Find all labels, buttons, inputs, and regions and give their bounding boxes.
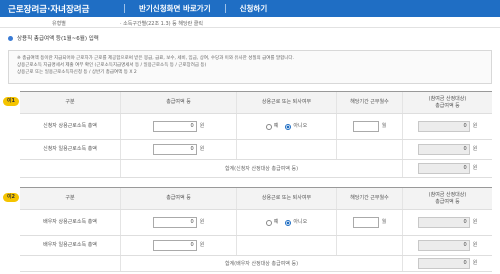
total-row: 합계(신청자 산정대상 총급여액 등) 0 원	[20, 160, 492, 178]
unit-label: 원	[199, 219, 205, 226]
type-value[interactable]: · 소득구간별(22조 1.3) 등 해당란 클릭	[120, 20, 203, 27]
type-row: 유형별 · 소득구간별(22조 1.3) 등 해당란 클릭	[0, 17, 500, 28]
yes-label: 예	[273, 219, 279, 226]
calc-cell: 0 원	[402, 140, 492, 159]
empty-cell	[236, 140, 336, 159]
notice-line: 상용근로 또는 일용근로소득자신청 등 / 상반기 총급여액 등 X 2	[17, 70, 137, 75]
no-label: 아니오	[293, 123, 308, 130]
months-unit: 월	[381, 219, 387, 226]
no-label: 아니오	[293, 219, 308, 226]
app-title: 근로장려금·자녀장려금	[8, 4, 90, 15]
months-input[interactable]	[352, 217, 379, 228]
no-radio[interactable]	[285, 219, 292, 226]
calc-cell: 0 원	[402, 114, 492, 139]
section-tag: 이2	[3, 193, 19, 202]
nav-divider	[224, 4, 226, 13]
unit-label: 원	[472, 165, 478, 172]
apply-link[interactable]: 신청하기	[240, 3, 268, 14]
section-title: 상용직 총급여액 등(1월~6월) 입력	[17, 36, 99, 42]
radio-cell: 예 아니오	[236, 114, 336, 139]
total-cell: 0 원	[402, 256, 492, 271]
total-cell: 0 원	[402, 160, 492, 177]
total-label: 합계(신청자 산정대상 총급여액 등)	[120, 160, 402, 177]
row-label: 배우자 상용근로소득 총액	[43, 219, 97, 226]
amount-input[interactable]: 0	[152, 121, 197, 132]
empty-cell	[336, 140, 402, 159]
calc-output: 0	[417, 240, 470, 251]
unit-label: 원	[472, 146, 478, 153]
unit-label: 원	[199, 123, 205, 130]
total-output: 0	[417, 258, 470, 269]
half-year-shortcut-link[interactable]: 반기신청화면 바로가기	[139, 3, 211, 14]
amount-input[interactable]: 0	[152, 144, 197, 155]
amount-cell: 0 원	[120, 114, 236, 139]
table-row: 신청자 일용근로소득 총액 0 원 0 원	[20, 140, 492, 160]
unit-label: 원	[472, 260, 478, 267]
total-row: 합계(배우자 산정대상 총급여액 등) 0 원	[20, 256, 492, 272]
column-header: (참여금 산정대상) 총급여액 등	[402, 92, 492, 113]
amount-cell: 0 원	[120, 236, 236, 255]
row-label: 신청자 일용근로소득 총액	[43, 146, 97, 153]
months-cell: 월	[336, 210, 402, 235]
section-header: 상용직 총급여액 등(1월~6월) 입력	[8, 34, 99, 42]
calc-cell: 0 원	[402, 236, 492, 255]
unit-label: 원	[472, 219, 478, 226]
calc-output: 0	[417, 144, 470, 155]
total-label: 합계(배우자 산정대상 총급여액 등)	[120, 256, 402, 271]
table-header-row: 구분 총급여액 등 상용근로 또는 퇴사여부 해당기간 근무월수 (참여금 산정…	[20, 188, 492, 210]
column-header: 총급여액 등	[120, 92, 236, 113]
table-header-row: 구분 총급여액 등 상용근로 또는 퇴사여부 해당기간 근무월수 (참여금 산정…	[20, 92, 492, 114]
no-radio[interactable]	[285, 123, 292, 130]
column-header: 총급여액 등	[120, 188, 236, 209]
unit-label: 원	[199, 242, 205, 249]
amount-input[interactable]: 0	[152, 217, 197, 228]
calc-output: 0	[417, 217, 470, 228]
nav-divider	[124, 4, 125, 13]
column-header: 해당기간 근무월수	[336, 188, 402, 209]
calc-cell: 0 원	[402, 210, 492, 235]
type-label: 유형별	[52, 21, 66, 27]
column-header: (참여금 산정대상) 총급여액 등	[402, 188, 492, 209]
column-header: 구분	[65, 99, 75, 106]
row-label: 배우자 일용근로소득 총액	[43, 242, 97, 249]
amount-input[interactable]: 0	[152, 240, 197, 251]
spouse-income-table: 구분 총급여액 등 상용근로 또는 퇴사여부 해당기간 근무월수 (참여금 산정…	[20, 187, 492, 274]
notice-box: ※ 총급여액 등이란 지급되어야 근로자가 근로를 제공함으로써 받은 봉급, …	[8, 50, 492, 84]
table-row: 신청자 상용근로소득 총액 0 원 예 아니오 월 0 원	[20, 114, 492, 140]
bullet-icon	[8, 35, 13, 41]
table-row: 배우자 일용근로소득 총액 0 원 0 원	[20, 236, 492, 256]
notice-line: ※ 총급여액 등이란 지급되어야 근로자가 근로를 제공함으로써 받은 봉급, …	[17, 56, 294, 61]
table-row: 배우자 상용근로소득 총액 0 원 예 아니오 월 0 원	[20, 210, 492, 236]
column-header: 구분	[65, 195, 75, 202]
section-tag: 이1	[3, 97, 19, 106]
empty-cell	[336, 236, 402, 255]
row-label: 신청자 상용근로소득 총액	[43, 123, 97, 130]
months-cell: 월	[336, 114, 402, 139]
unit-label: 원	[472, 123, 478, 130]
column-header: 상용근로 또는 퇴사여부	[236, 188, 336, 209]
yes-label: 예	[273, 123, 279, 130]
months-unit: 월	[381, 123, 387, 130]
unit-label: 원	[199, 146, 205, 153]
notice-line: 상용근로소득 지급명세서 제출 여부 확인 (근로소득지급명세서 등 / 일용근…	[17, 63, 207, 68]
amount-cell: 0 원	[120, 210, 236, 235]
unit-label: 원	[472, 242, 478, 249]
top-nav-bar: 근로장려금·자녀장려금 반기신청화면 바로가기 신청하기	[0, 0, 500, 17]
applicant-income-table: 구분 총급여액 등 상용근로 또는 퇴사여부 해당기간 근무월수 (참여금 산정…	[20, 91, 492, 181]
calc-output: 0	[417, 121, 470, 132]
amount-cell: 0 원	[120, 140, 236, 159]
column-header: 상용근로 또는 퇴사여부	[236, 92, 336, 113]
yes-radio[interactable]	[265, 123, 272, 130]
column-header: 해당기간 근무월수	[336, 92, 402, 113]
radio-cell: 예 아니오	[236, 210, 336, 235]
empty-cell	[236, 236, 336, 255]
total-output: 0	[417, 163, 470, 174]
yes-radio[interactable]	[265, 219, 272, 226]
months-input[interactable]	[352, 121, 379, 132]
